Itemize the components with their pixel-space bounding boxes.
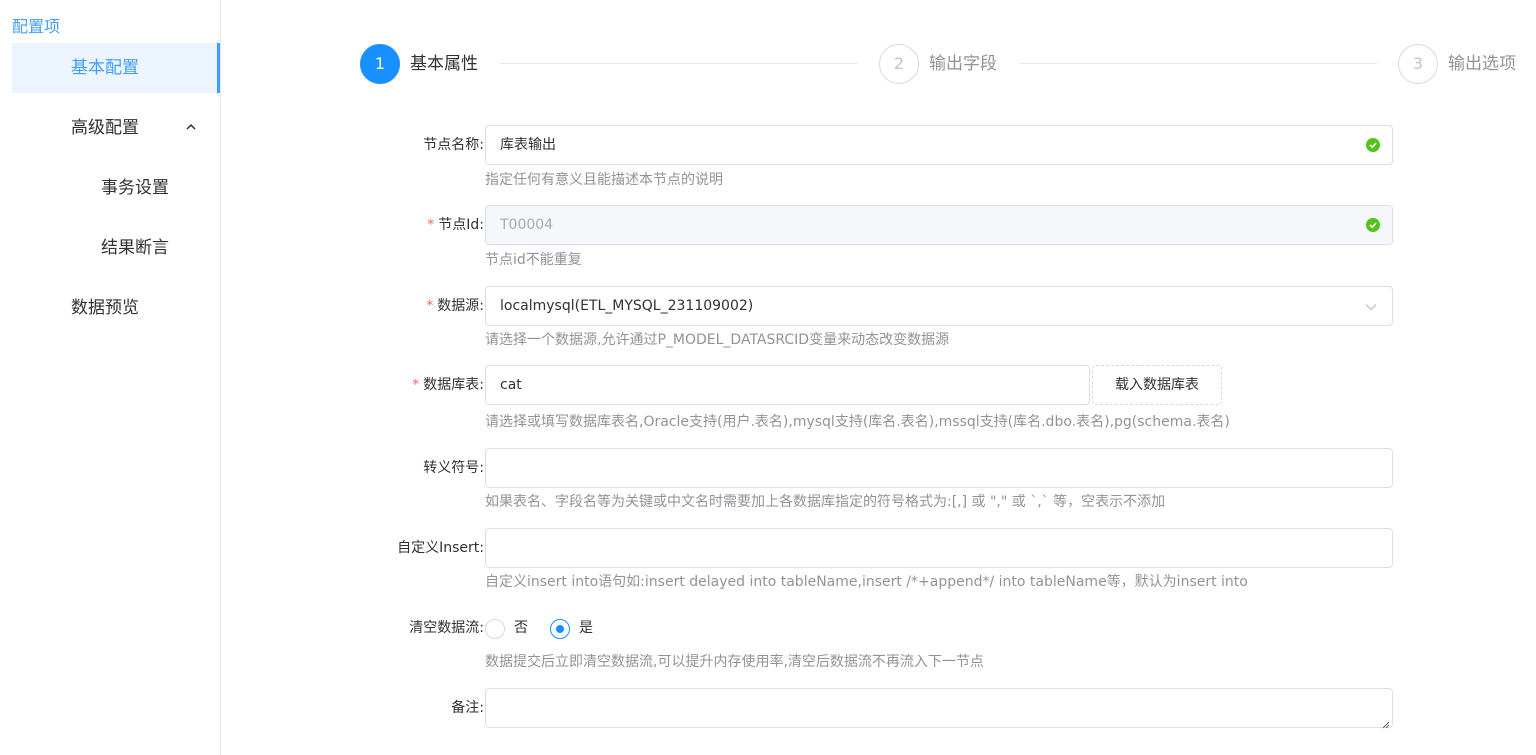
sidebar-item-advanced-config[interactable]: 高级配置: [12, 103, 220, 153]
check-circle-icon: [1366, 218, 1380, 232]
db-table-input[interactable]: cat: [485, 365, 1090, 405]
required-mark: *: [412, 377, 420, 393]
radio-circle: [550, 619, 570, 639]
sidebar-item-result-assertion[interactable]: 结果断言: [12, 223, 220, 273]
node-id-label: * 节点Id:: [427, 217, 484, 233]
step-3-label: 输出选项: [1448, 54, 1516, 74]
datasource-select[interactable]: localmysql(ETL_MYSQL_231109002): [485, 286, 1393, 326]
custom-insert-label: 自定义Insert:: [397, 540, 484, 556]
required-mark: *: [426, 298, 434, 314]
db-table-value: cat: [500, 377, 522, 393]
sidebar-item-label: 高级配置: [71, 118, 139, 138]
chevron-down-icon: [1364, 300, 1378, 314]
radio-circle: [485, 619, 505, 639]
steps-bar: 1 基本属性 2 输出字段 3 输出选项: [0, 0, 1536, 110]
resize-handle-icon[interactable]: [1382, 717, 1390, 729]
escape-symbol-hint: 如果表名、字段名等为关键或中文名时需要加上各数据库指定的符号格式为:[,] 或 …: [485, 494, 1166, 510]
node-name-label: 节点名称:: [423, 137, 484, 153]
clear-stream-label: 清空数据流:: [409, 620, 484, 636]
step-1-label: 基本属性: [410, 54, 478, 74]
sidebar-item-transaction-settings[interactable]: 事务设置: [12, 163, 220, 213]
custom-insert-input[interactable]: [485, 528, 1393, 568]
load-db-table-button[interactable]: 载入数据库表: [1092, 365, 1222, 405]
step-connector: [500, 63, 858, 64]
custom-insert-hint: 自定义insert into语句如:insert delayed into ta…: [485, 574, 1248, 590]
node-id-hint: 节点id不能重复: [485, 252, 582, 268]
sidebar-item-label: 事务设置: [101, 178, 169, 198]
required-mark: *: [427, 217, 435, 233]
sidebar-item-label: 数据预览: [71, 298, 139, 318]
step-2-label: 输出字段: [929, 54, 997, 74]
clear-stream-hint: 数据提交后立即清空数据流,可以提升内存使用率,清空后数据流不再流入下一节点: [485, 654, 984, 670]
chevron-up-icon: [186, 103, 198, 153]
node-id-value: T00004: [500, 217, 554, 233]
escape-symbol-label: 转义符号:: [423, 460, 484, 476]
db-table-label: * 数据库表:: [412, 377, 484, 393]
step-2-circle: 2: [879, 44, 919, 84]
step-1-circle: 1: [360, 44, 400, 84]
node-name-hint: 指定任何有意义且能描述本节点的说明: [485, 172, 723, 188]
sidebar: 配置项 基本配置 高级配置 事务设置 结果断言 数据预览: [0, 0, 221, 755]
step-3-circle: 3: [1398, 44, 1438, 84]
escape-symbol-input[interactable]: [485, 448, 1393, 488]
sidebar-item-data-preview[interactable]: 数据预览: [12, 283, 220, 333]
node-id-input[interactable]: T00004: [485, 205, 1393, 245]
radio-label: 否: [514, 620, 528, 636]
datasource-value: localmysql(ETL_MYSQL_231109002): [500, 298, 754, 314]
node-name-value: 库表输出: [500, 137, 556, 153]
remark-textarea[interactable]: [485, 688, 1393, 729]
node-name-input[interactable]: 库表输出: [485, 125, 1393, 165]
check-circle-icon: [1366, 138, 1380, 152]
radio-label: 是: [579, 620, 593, 636]
remark-label: 备注:: [451, 700, 484, 716]
sidebar-item-label: 结果断言: [101, 238, 169, 258]
datasource-label: * 数据源:: [426, 298, 484, 314]
step-connector: [1019, 63, 1377, 64]
datasource-hint: 请选择一个数据源,允许通过P_MODEL_DATASRCID变量来动态改变数据源: [485, 332, 950, 348]
db-table-hint: 请选择或填写数据库表名,Oracle支持(用户.表名),mysql支持(库名.表…: [485, 414, 1230, 430]
